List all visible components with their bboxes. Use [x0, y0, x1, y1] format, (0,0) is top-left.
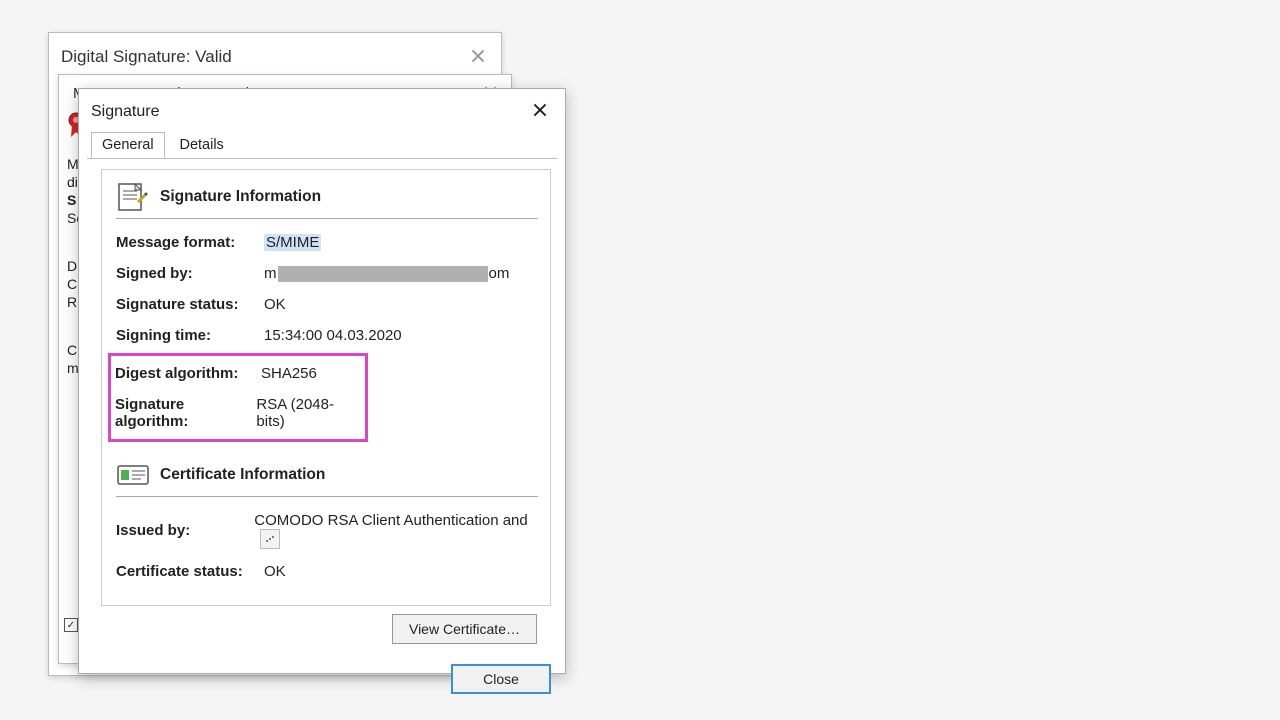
signature-info-heading: Signature Information [160, 188, 321, 206]
row-digest-algorithm: Digest algorithm: SHA256 [115, 358, 359, 389]
view-certificate-button[interactable]: View Certificate… [392, 614, 537, 644]
signature-document-icon [116, 182, 150, 212]
tab-strip: General Details [79, 131, 565, 159]
label-signing-time: Signing time: [116, 327, 264, 344]
value-digest-algorithm: SHA256 [261, 365, 317, 382]
row-signature-status: Signature status: OK [116, 289, 538, 320]
value-certificate-status: OK [264, 563, 286, 580]
signature-dialog: Signature General Details [78, 88, 566, 674]
row-issued-by: Issued by: COMODO RSA Client Authenticat… [116, 505, 538, 556]
certificate-icon [116, 460, 150, 490]
label-signature-algorithm: Signature algorithm: [115, 396, 256, 430]
value-signature-status: OK [264, 296, 286, 313]
row-message-format: Message format: S/MIME [116, 227, 538, 258]
row-signed-by: Signed by: m om [116, 258, 538, 289]
value-signing-time: 15:34:00 04.03.2020 [264, 327, 402, 344]
row-signature-algorithm: Signature algorithm: RSA (2048-bits) [115, 389, 359, 437]
redacted-bar [278, 266, 488, 282]
label-digest-algorithm: Digest algorithm: [115, 365, 261, 382]
signature-dialog-title: Signature [79, 89, 565, 131]
tab-details[interactable]: Details [168, 132, 234, 157]
more-issued-by-button[interactable] [260, 529, 280, 549]
general-panel: Signature Information Message format: S/… [101, 169, 551, 606]
close-icon[interactable] [523, 95, 557, 125]
close-icon[interactable] [463, 41, 493, 71]
value-signed-by: m om [264, 265, 509, 282]
row-certificate-status: Certificate status: OK [116, 556, 538, 587]
certificate-info-heading: Certificate Information [160, 466, 325, 484]
checkbox[interactable]: ✓ [64, 618, 78, 632]
label-message-format: Message format: [116, 234, 264, 251]
tab-general[interactable]: General [91, 132, 165, 158]
row-signing-time: Signing time: 15:34:00 04.03.2020 [116, 320, 538, 351]
value-message-format: S/MIME [264, 234, 321, 251]
value-issued-by: COMODO RSA Client Authentication and [254, 512, 538, 549]
label-signature-status: Signature status: [116, 296, 264, 313]
signature-info-header: Signature Information [116, 180, 538, 218]
label-certificate-status: Certificate status: [116, 563, 264, 580]
label-issued-by: Issued by: [116, 522, 254, 539]
value-signature-algorithm: RSA (2048-bits) [256, 396, 359, 430]
algorithm-highlight-annotation: Digest algorithm: SHA256 Signature algor… [108, 353, 368, 442]
certificate-info-header: Certificate Information [116, 458, 538, 496]
label-signed-by: Signed by: [116, 265, 264, 282]
close-button[interactable]: Close [451, 664, 551, 694]
